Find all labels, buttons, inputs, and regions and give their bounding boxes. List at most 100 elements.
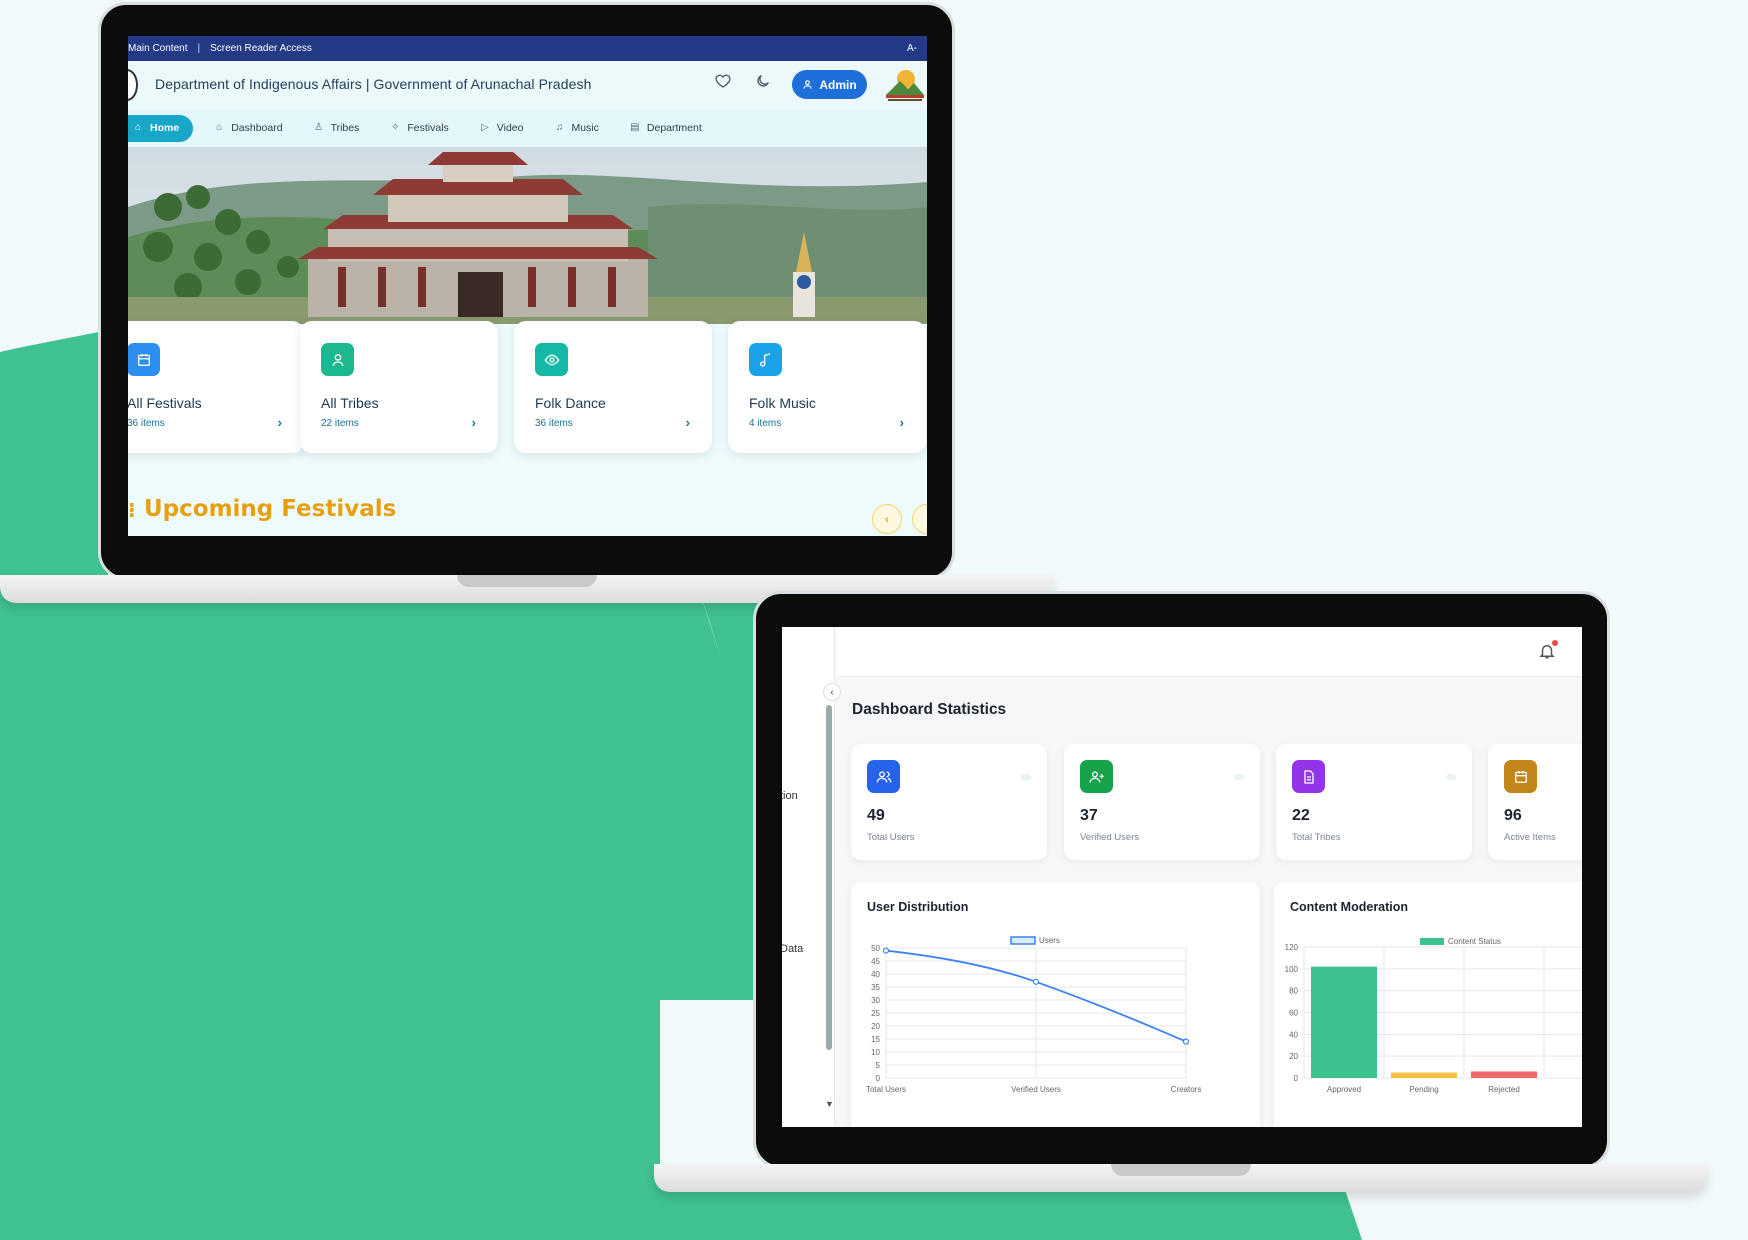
y-tick-label: 35 <box>871 983 880 992</box>
chevron-right-icon[interactable]: › <box>278 415 282 430</box>
content-moderation-bar-chart: 0 20 40 60 80 100 120 Content Status Approved Pen… <box>1285 937 1582 1094</box>
play-icon: ▷ <box>480 122 489 133</box>
card-title: All Festivals <box>128 395 202 411</box>
music-note-icon: ♫ <box>555 122 564 133</box>
stat-label: Verified Users <box>1080 832 1140 843</box>
home-icon: ⌂ <box>134 122 142 133</box>
site-header: Department of Indigenous Affairs | Gover… <box>128 61 927 109</box>
sidebar-scrollbar[interactable] <box>826 705 832 1050</box>
dashboard-screen: tion Data ▼ ‹ Dashboard Statistics 49 To… <box>782 627 1582 1127</box>
chevron-right-icon[interactable]: › <box>472 415 476 430</box>
upcoming-festivals-heading: Upcoming Festivals <box>144 496 397 522</box>
user-icon <box>321 343 354 376</box>
nav-item-video[interactable]: ▷ Video <box>479 122 524 134</box>
y-tick-label: 0 <box>876 1074 881 1083</box>
card-count: 36 items <box>128 418 165 429</box>
carousel-next-button[interactable] <box>912 504 927 534</box>
stat-value: 22 <box>1292 807 1310 824</box>
stat-card-active-items[interactable]: 96 Active Items <box>1488 744 1582 860</box>
chevron-right-icon[interactable]: › <box>686 415 690 430</box>
card-title: Folk Dance <box>535 395 606 411</box>
carousel-prev-button[interactable]: ‹ <box>872 504 902 534</box>
stat-value: 96 <box>1504 807 1522 824</box>
stat-card-total-users[interactable]: 49 Total Users <box>851 744 1047 860</box>
nav-item-label: Home <box>150 122 180 134</box>
card-folk-music[interactable]: Folk Music 4 items › <box>728 321 926 453</box>
nav-item-home[interactable]: ⌂ Home <box>128 114 194 142</box>
stat-indicator <box>1446 774 1456 780</box>
y-tick-label: 0 <box>1294 1074 1299 1083</box>
stat-card-total-tribes[interactable]: 22 Total Tribes <box>1276 744 1472 860</box>
user-icon <box>803 80 813 89</box>
x-tick-label: Approved <box>1327 1085 1361 1094</box>
category-cards: All Festivals 36 items › All Tribes 22 i… <box>128 321 927 453</box>
nav-item-department[interactable]: ▤ Department <box>629 122 702 134</box>
stat-card-verified-users[interactable]: 37 Verified Users <box>1064 744 1260 860</box>
admin-button[interactable]: Admin <box>792 70 867 99</box>
nav-item-dashboard[interactable]: ⌂ Dashboard <box>213 122 282 134</box>
nav-item-tribes[interactable]: ♙ Tribes <box>313 122 359 134</box>
stat-value: 37 <box>1080 807 1098 824</box>
card-all-tribes[interactable]: All Tribes 22 items › <box>300 321 498 453</box>
nav-item-label: Video <box>496 122 524 134</box>
content-moderation-panel: Content Moderation 0 20 40 60 80 100 120 Conten… <box>1274 882 1582 1127</box>
chevron-right-icon[interactable]: › <box>900 415 904 430</box>
card-all-festivals[interactable]: All Festivals 36 items › <box>128 321 304 453</box>
scroll-down-arrow-icon[interactable]: ▼ <box>825 1099 834 1109</box>
site-title[interactable]: Department of Indigenous Affairs | Gover… <box>155 76 591 92</box>
stat-indicator <box>1021 774 1031 780</box>
dashboard-icon: ⌂ <box>216 122 223 133</box>
notification-bell-icon[interactable] <box>1538 640 1558 661</box>
legend-label: Users <box>1039 936 1060 945</box>
legend-swatch <box>1010 936 1036 945</box>
stat-indicator <box>1234 774 1244 780</box>
admin-button-label: Admin <box>819 77 857 92</box>
card-title: All Tribes <box>321 395 379 411</box>
stat-label: Active Items <box>1504 832 1556 843</box>
y-tick-label: 120 <box>1285 943 1299 952</box>
document-icon <box>1292 760 1325 793</box>
data-point <box>1032 978 1040 985</box>
bar <box>1311 966 1377 1078</box>
dark-mode-moon-icon[interactable] <box>755 73 775 93</box>
x-tick-label: Creators <box>1171 1085 1202 1094</box>
sidebar-item-label[interactable]: Data <box>782 943 803 955</box>
user-plus-icon <box>1080 760 1113 793</box>
nav-item-music[interactable]: ♫ Music <box>553 122 599 134</box>
screen-reader-link[interactable]: Screen Reader Access <box>210 43 312 54</box>
x-tick-label: Total Users <box>866 1085 906 1094</box>
card-count: 22 items <box>321 418 359 429</box>
font-size-decrease-button[interactable]: A- <box>907 43 917 54</box>
y-tick-label: 100 <box>1285 965 1299 974</box>
legend-label: Content Status <box>1448 937 1501 946</box>
y-tick-label: 80 <box>1289 987 1298 996</box>
nav-item-festivals[interactable]: ✧ Festivals <box>389 122 449 134</box>
user-distribution-panel: User Distribution 0 5 10 15 20 25 30 35 40 45 50 To… <box>851 882 1260 1127</box>
sun-decoration-icon: ⁝ <box>128 500 136 522</box>
department-logo <box>886 70 924 101</box>
hero-banner-monastery-image <box>128 147 927 324</box>
stat-label: Total Tribes <box>1292 832 1341 843</box>
portal-screen: Main Content | Screen Reader Access A- D… <box>128 36 927 536</box>
main-navigation: ⌂ Home ⌂ Dashboard ♙ Tribes ✧ Festivals … <box>128 109 927 147</box>
sidebar-collapse-chevron-left-icon[interactable]: ‹ <box>823 683 841 701</box>
card-folk-dance[interactable]: Folk Dance 36 items › <box>514 321 712 453</box>
stat-value: 49 <box>867 807 885 824</box>
y-tick-label: 40 <box>1289 1030 1298 1039</box>
calendar-icon <box>1504 760 1537 793</box>
state-emblem-logo <box>128 69 138 101</box>
nav-item-label: Music <box>571 122 599 134</box>
building-icon: ▤ <box>630 122 640 133</box>
favorites-heart-icon[interactable] <box>713 73 733 93</box>
y-tick-label: 60 <box>1289 1009 1298 1018</box>
skip-main-content-link[interactable]: Main Content <box>128 43 187 54</box>
legend-swatch <box>1420 938 1444 945</box>
y-tick-label: 20 <box>1289 1052 1298 1061</box>
topbar-separator: | <box>197 43 201 54</box>
bar <box>1471 1071 1537 1078</box>
accessibility-bar: Main Content | Screen Reader Access A- <box>128 36 927 61</box>
x-tick-label: Verified Users <box>1011 1085 1061 1094</box>
y-tick-label: 50 <box>871 944 880 953</box>
y-tick-label: 10 <box>871 1048 880 1057</box>
sidebar-item-label[interactable]: tion <box>782 790 798 802</box>
